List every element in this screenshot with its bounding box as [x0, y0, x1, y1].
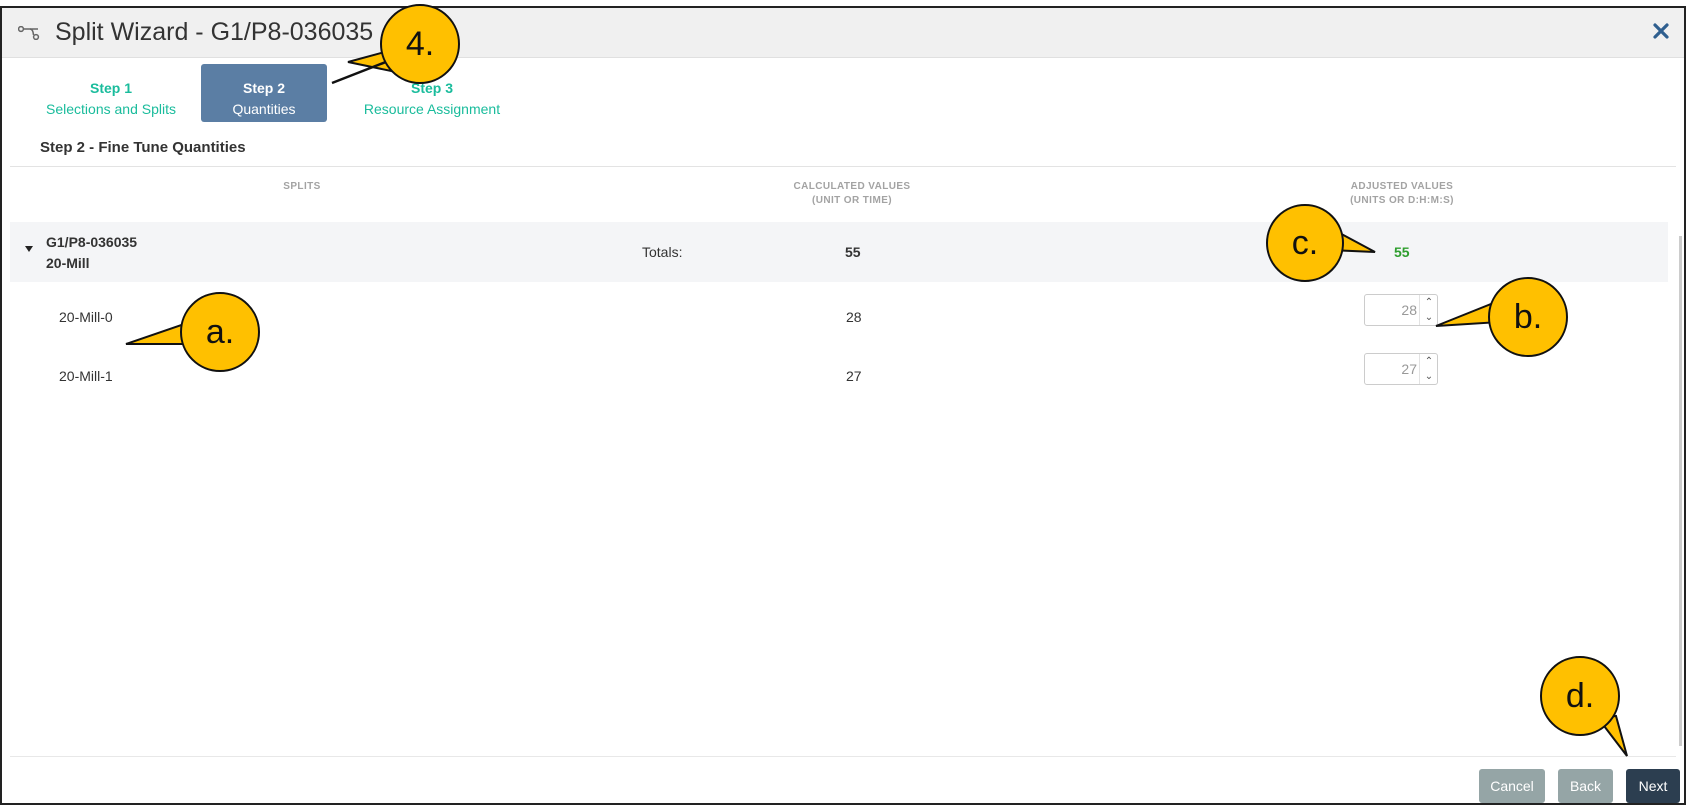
callout-b-label: b. — [1513, 298, 1543, 336]
step-1-tab[interactable]: Step 1 Selections and Splits — [38, 64, 184, 122]
totals-label: Totals: — [642, 244, 683, 260]
group-name: G1/P8-036035 20-Mill — [46, 232, 137, 274]
split-name: 20-Mill-1 — [59, 368, 113, 384]
adjusted-value-input[interactable] — [1365, 295, 1421, 325]
step-3-label: Resource Assignment — [363, 101, 501, 117]
chevron-up-icon[interactable]: ⌃ — [1420, 354, 1438, 369]
group-order: G1/P8-036035 — [46, 234, 138, 250]
callout-a: a. — [180, 292, 260, 372]
split-calculated-value: 28 — [846, 309, 862, 325]
adjusted-value-input[interactable] — [1365, 354, 1421, 384]
back-button[interactable]: Back — [1558, 769, 1613, 803]
chevron-up-icon[interactable]: ⌃ — [1420, 295, 1438, 310]
callout-4-label: 4. — [405, 25, 435, 63]
collapse-caret-icon[interactable] — [25, 246, 33, 252]
callout-c: c. — [1266, 204, 1344, 282]
chevron-down-icon[interactable]: ⌄ — [1420, 369, 1438, 384]
split-wizard-window: Split Wizard - G1/P8-036035 Step 1 Selec… — [0, 6, 1686, 805]
group-row: G1/P8-036035 20-Mill Totals: 55 55 — [10, 222, 1668, 282]
close-icon[interactable] — [1652, 22, 1670, 40]
callout-c-label: c. — [1291, 224, 1319, 262]
step-2-tab[interactable]: Step 2 Quantities — [201, 64, 327, 122]
step-2-number: Step 2 — [242, 80, 285, 96]
split-icon — [18, 26, 40, 40]
callout-b: b. — [1488, 277, 1568, 357]
step-2-label: Quantities — [232, 101, 296, 117]
chevron-down-icon[interactable]: ⌄ — [1420, 310, 1438, 325]
quantity-stepper[interactable]: ⌃ ⌄ — [1364, 353, 1438, 385]
scrollbar[interactable] — [1679, 236, 1682, 746]
totals-adjusted: 55 — [1394, 244, 1410, 260]
split-name: 20-Mill-0 — [59, 309, 113, 325]
adjusted-header-line2: (UNITS OR D:H:M:S) — [1350, 195, 1454, 206]
adjusted-header-line1: ADJUSTED VALUES — [1350, 181, 1454, 192]
table-row: 20-Mill-1 27 ⌃ ⌄ — [10, 347, 1668, 406]
split-calculated-value: 27 — [846, 368, 862, 384]
title-bar: Split Wizard - G1/P8-036035 — [2, 8, 1684, 58]
callout-d-label: d. — [1565, 677, 1595, 715]
section-title: Step 2 - Fine Tune Quantities — [40, 139, 246, 156]
column-header-calculated: CALCULATED VALUES (UNIT OR TIME) — [742, 180, 962, 208]
next-button[interactable]: Next — [1626, 769, 1680, 803]
divider — [10, 166, 1676, 167]
callout-4: 4. — [380, 4, 460, 84]
stepper-arrows: ⌃ ⌄ — [1419, 354, 1437, 384]
totals-calculated: 55 — [845, 244, 861, 260]
stepper-arrows: ⌃ ⌄ — [1419, 295, 1437, 325]
calculated-header-line2: (UNIT OR TIME) — [811, 195, 893, 206]
column-header-splits: SPLITS — [202, 180, 402, 194]
callout-a-label: a. — [205, 313, 235, 351]
step-1-number: Step 1 — [89, 80, 132, 96]
quantity-stepper[interactable]: ⌃ ⌄ — [1364, 294, 1438, 326]
splits-header-label: SPLITS — [283, 181, 321, 192]
calculated-header-line1: CALCULATED VALUES — [793, 181, 911, 192]
callout-d: d. — [1540, 656, 1620, 736]
cancel-button[interactable]: Cancel — [1479, 769, 1545, 803]
wizard-steps: Step 1 Selections and Splits Step 2 Quan… — [2, 64, 1684, 130]
window-title: Split Wizard - G1/P8-036035 — [55, 18, 374, 46]
footer-divider — [10, 756, 1676, 757]
group-operation: 20-Mill — [46, 255, 90, 271]
step-1-label: Selections and Splits — [46, 101, 176, 117]
column-header-adjusted: ADJUSTED VALUES (UNITS OR D:H:M:S) — [1292, 180, 1512, 208]
